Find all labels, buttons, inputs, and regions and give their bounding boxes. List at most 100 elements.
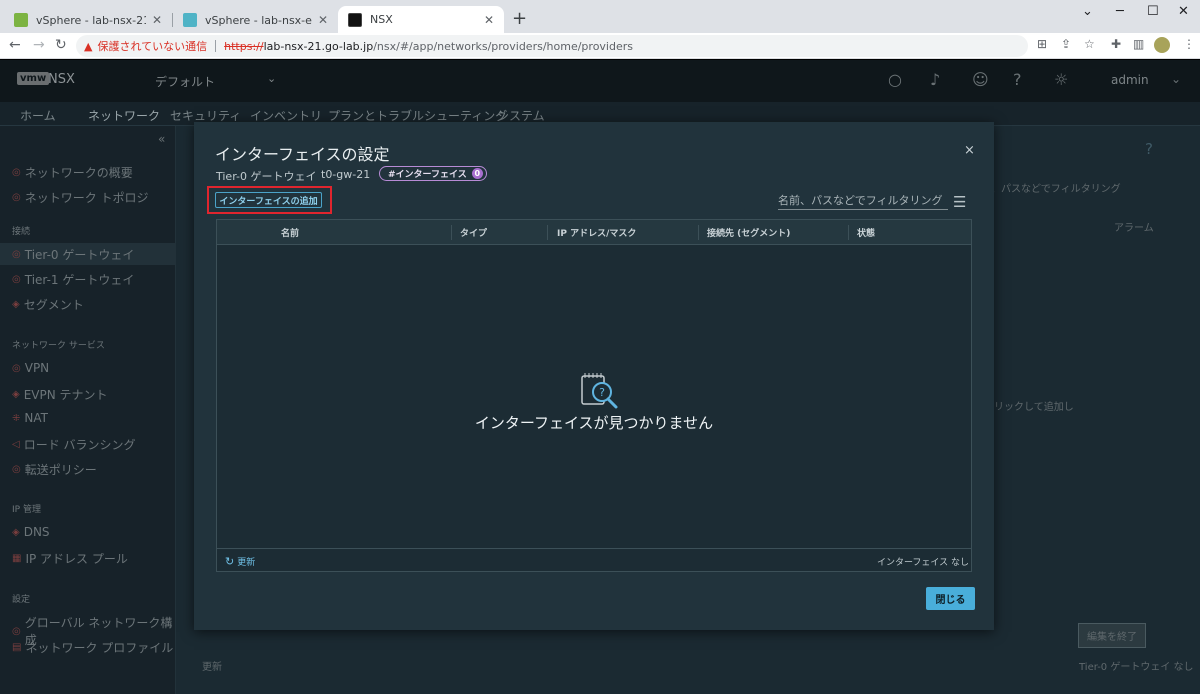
sidebar-item-tier1-gateway[interactable]: ◎ Tier-1 ゲートウェイ [12,271,134,288]
help-icon[interactable]: ? [1013,70,1022,89]
browser-toolbar: ← → ↻ ▲ 保護されていない通信 https:// lab-nsx-21.g… [0,33,1200,59]
close-tab-icon[interactable]: ✕ [318,13,328,27]
side-panel-icon[interactable]: ▥ [1133,37,1144,51]
share-icon[interactable]: ⇪ [1061,37,1071,51]
tab-search-icon[interactable]: ⌄ [1082,4,1093,19]
column-header-ip-mask[interactable]: IP アドレス/マスク [557,220,636,245]
column-divider[interactable] [848,225,849,240]
extensions-icon[interactable]: ✚ [1111,37,1121,51]
sidebar-item-network-overview[interactable]: ◎ ネットワークの概要 [12,164,133,181]
sidebar-item-vpn[interactable]: ◎ VPN [12,361,49,375]
highlight-box [207,186,332,214]
empty-search-icon: ? [581,373,618,409]
nav-tab-home[interactable]: ホーム [20,107,56,124]
close-button[interactable]: 閉じる [926,587,975,610]
sidebar-item-tier0-gateway[interactable]: ◎ Tier-0 ゲートウェイ [0,243,176,265]
interface-count-label: #インターフェイス [388,170,467,180]
collapse-sidebar-icon[interactable]: « [158,132,165,146]
product-name: NSX [48,72,75,87]
refresh-button[interactable]: ↻ 更新 [225,555,255,568]
background-refresh[interactable]: 更新 [202,658,222,673]
close-icon[interactable]: × [964,143,975,158]
new-tab-button[interactable]: + [512,8,527,29]
grid-header: 名前 タイプ IP アドレス/マスク 接続先 (セグメント) 状態 [217,220,971,245]
gateway-type-label: Tier-0 ゲートウェイ [216,170,317,183]
bell-icon[interactable]: ♪ [930,70,940,89]
insecure-label[interactable]: 保護されていない通信 [97,38,207,54]
sidebar-item-evpn-tenant[interactable]: ◈ EVPN テナント [12,386,108,403]
warning-icon[interactable]: ▲ [84,40,92,53]
translate-icon[interactable]: ⊞ [1037,37,1047,51]
interface-count-value: 0 [471,168,483,179]
sidebar-item-forwarding-policy[interactable]: ◎ 転送ポリシー [12,461,97,478]
url-path: /nsx/#/app/networks/providers/home/provi… [373,39,633,53]
help-icon[interactable]: ? [1145,140,1153,158]
dialog-title: インターフェイスの設定 [215,145,390,164]
column-header-name[interactable]: 名前 [281,220,299,245]
chevron-down-icon[interactable]: ⌄ [1171,72,1181,86]
context-selector[interactable]: デフォルト [155,73,215,90]
column-divider[interactable] [698,225,699,240]
sidebar-section-title: ネットワーク サービス [12,341,105,351]
profile-icon: ▤ [12,642,22,653]
column-header-type[interactable]: タイプ [460,220,487,245]
sidebar-item-load-balancing[interactable]: ◁ ロード バランシング [12,436,136,453]
filter-input[interactable] [778,192,948,210]
close-window-icon[interactable]: ✕ [1178,4,1189,19]
forward-icon[interactable]: → [33,37,45,53]
column-header-connected-segment[interactable]: 接続先 (セグメント) [707,220,790,245]
svg-text:?: ? [599,386,605,399]
finish-edit-button[interactable]: 編集を終了 [1078,623,1146,648]
tab-title: vSphere - lab-nsx-edge-22 - サマ [205,13,312,27]
smiley-icon[interactable]: ☺ [972,70,989,89]
reload-icon[interactable]: ↻ [55,37,67,53]
back-icon[interactable]: ← [9,37,21,53]
browser-menu-icon[interactable]: ⋮ [1183,37,1195,51]
vsphere-favicon-icon [183,12,197,27]
column-header-status[interactable]: 状態 [857,220,875,245]
vmware-logo: vmw [17,72,50,85]
browser-tab-vsphere-nsx[interactable]: vSphere - lab-nsx-21 - サマリ ✕ [4,6,172,33]
gateway-icon: ◎ [12,248,21,260]
nsx-favicon-icon [348,12,362,27]
sidebar-section-title: 接続 [12,227,31,237]
sidebar-item-nat[interactable]: ⁜ NAT [12,411,48,425]
evpn-icon: ◈ [12,389,20,400]
interface-count-badge: #インターフェイス 0 [379,166,487,181]
chevron-down-icon[interactable]: ⌄ [267,72,276,85]
theme-sun-icon[interactable]: ☼ [1054,70,1068,89]
grid-footer: ↻ 更新 インターフェイス なし [217,548,971,572]
app-header: vmw NSX デフォルト ⌄ ○ ♪ ☺ ? ☼ admin ⌄ [0,60,1200,102]
ip-pool-icon: ▦ [12,553,22,564]
user-menu[interactable]: admin [1111,73,1149,87]
tab-title: NSX [370,13,393,26]
topology-icon: ◎ [12,192,21,203]
sidebar-item-network-topology[interactable]: ◎ ネットワーク トポロジ [12,189,149,206]
sidebar: « ◎ ネットワークの概要 ◎ ネットワーク トポロジ 接続 ◎ Tier-0 ゲート… [0,126,176,694]
close-tab-icon[interactable]: ✕ [152,13,162,27]
bookmark-star-icon[interactable]: ☆ [1084,37,1095,51]
maximize-icon[interactable]: ☐ [1147,4,1159,19]
sidebar-section-title: 設定 [12,595,31,605]
background-edit-hint: クリックして追加し [984,402,1074,413]
filter-icon[interactable]: ☰ [953,193,966,211]
address-bar[interactable]: ▲ 保護されていない通信 https:// lab-nsx-21.go-lab.… [76,35,1028,57]
profile-avatar[interactable] [1154,37,1170,53]
nat-icon: ⁜ [12,412,21,424]
gateway-name: t0-gw-21 [321,168,371,181]
sidebar-item-ip-pools[interactable]: ▦ IP アドレス プール [12,550,128,567]
vsphere-favicon-icon [14,12,28,27]
column-divider[interactable] [547,225,548,240]
sidebar-item-dns[interactable]: ◈ DNS [12,525,50,539]
tab-title: vSphere - lab-nsx-21 - サマリ [36,13,146,27]
url-host: lab-nsx-21.go-lab.jp [263,39,374,53]
minimize-icon[interactable]: ─ [1116,4,1124,19]
close-tab-icon[interactable]: ✕ [484,13,494,27]
sidebar-item-segments[interactable]: ◈ セグメント [12,296,84,313]
refresh-icon: ↻ [225,555,235,568]
column-divider[interactable] [451,225,452,240]
search-icon[interactable]: ○ [888,70,902,89]
sidebar-item-network-profiles[interactable]: ▤ ネットワーク プロファイル [12,639,173,656]
browser-tab-vsphere-edge[interactable]: vSphere - lab-nsx-edge-22 - サマ ✕ [173,6,338,33]
browser-tab-nsx[interactable]: NSX ✕ [338,6,504,33]
